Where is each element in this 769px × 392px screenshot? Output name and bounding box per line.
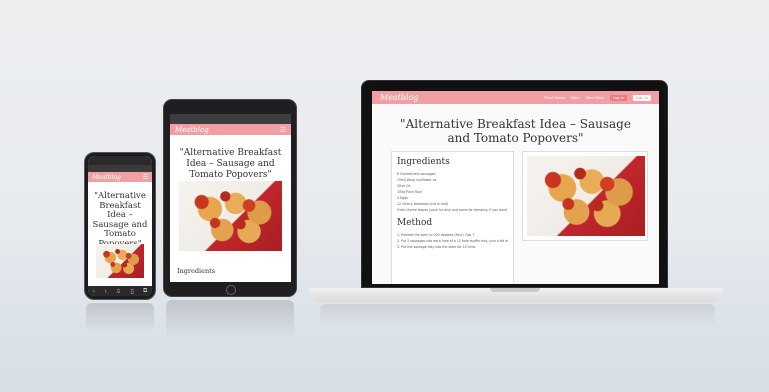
phone-device: Meatblog ☰ "Alternative Breakfast Idea –… xyxy=(84,152,156,300)
nav-link-main[interactable]: Main xyxy=(571,96,580,100)
hamburger-menu-icon[interactable]: ☰ xyxy=(280,126,286,134)
phone-reflection xyxy=(86,303,154,333)
laptop-reflection xyxy=(320,304,715,326)
tabs-icon[interactable]: ⧉ xyxy=(143,287,147,295)
laptop-nav-links: Front Home Main Item Meat Log in Sign in xyxy=(544,94,651,101)
method-step: 3. Put the sausage tray into the oven fo… xyxy=(397,245,476,249)
phone-status-bar xyxy=(88,156,152,165)
laptop-notch xyxy=(490,288,540,292)
back-arrow-icon[interactable]: ‹ xyxy=(93,288,95,295)
tablet-device: Meatblog ☰ "Alternative Breakfast Idea –… xyxy=(163,99,297,297)
sign-in-button[interactable]: Sign in xyxy=(632,94,651,101)
tablet-home-button[interactable] xyxy=(226,285,236,295)
tablet-site-nav: Meatblog ☰ xyxy=(170,124,291,135)
tablet-logo[interactable]: Meatblog xyxy=(175,126,209,134)
phone-screen: Meatblog ☰ "Alternative Breakfast Idea –… xyxy=(88,156,152,296)
phone-logo[interactable]: Meatblog xyxy=(92,174,121,181)
ingredients-heading: Ingredients xyxy=(397,157,450,167)
phone-post-title: "Alternative Breakfast Idea – Sausage an… xyxy=(92,191,148,248)
bookmarks-icon[interactable]: ▯ xyxy=(130,288,133,295)
laptop-logo[interactable]: Meatblog xyxy=(380,93,419,102)
laptop-device: Meatblog Front Home Main Item Meat Log i… xyxy=(361,80,668,288)
hamburger-menu-icon[interactable]: ☰ xyxy=(143,174,148,181)
tablet-browser-bar[interactable] xyxy=(170,114,291,124)
tablet-reflection xyxy=(166,300,294,340)
phone-browser-toolbar: ‹ › ⇪ ▯ ⧉ xyxy=(88,286,152,296)
tablet-post-title: "Alternative Breakfast Idea – Sausage an… xyxy=(179,148,282,180)
laptop-post-title: "Alternative Breakfast Idea – Sausage an… xyxy=(400,117,631,145)
log-in-button[interactable]: Log in xyxy=(609,94,627,101)
image-card xyxy=(522,151,648,241)
share-icon[interactable]: ⇪ xyxy=(116,288,121,295)
phone-site-nav: Meatblog ☰ xyxy=(88,172,152,182)
tablet-ingredients-heading: Ingredients xyxy=(177,267,216,275)
laptop-food-image xyxy=(527,156,645,236)
laptop-screen: Meatblog Front Home Main Item Meat Log i… xyxy=(372,91,659,284)
recipe-card: Ingredients 6 Cumberland sausages 15ml/1… xyxy=(391,151,514,284)
phone-food-image xyxy=(96,244,144,278)
method-heading: Method xyxy=(397,218,433,228)
ingredient-item: Fresh thyme leaves (save for dish and so… xyxy=(397,208,508,212)
nav-link-item-meat[interactable]: Item Meat xyxy=(586,96,604,100)
phone-address-bar[interactable] xyxy=(88,165,152,172)
forward-arrow-icon[interactable]: › xyxy=(104,288,106,295)
tablet-screen: Meatblog ☰ "Alternative Breakfast Idea –… xyxy=(170,114,291,282)
laptop-site-nav: Meatblog Front Home Main Item Meat Log i… xyxy=(372,91,659,104)
nav-link-front-home[interactable]: Front Home xyxy=(544,96,565,100)
tablet-food-image xyxy=(179,181,282,251)
